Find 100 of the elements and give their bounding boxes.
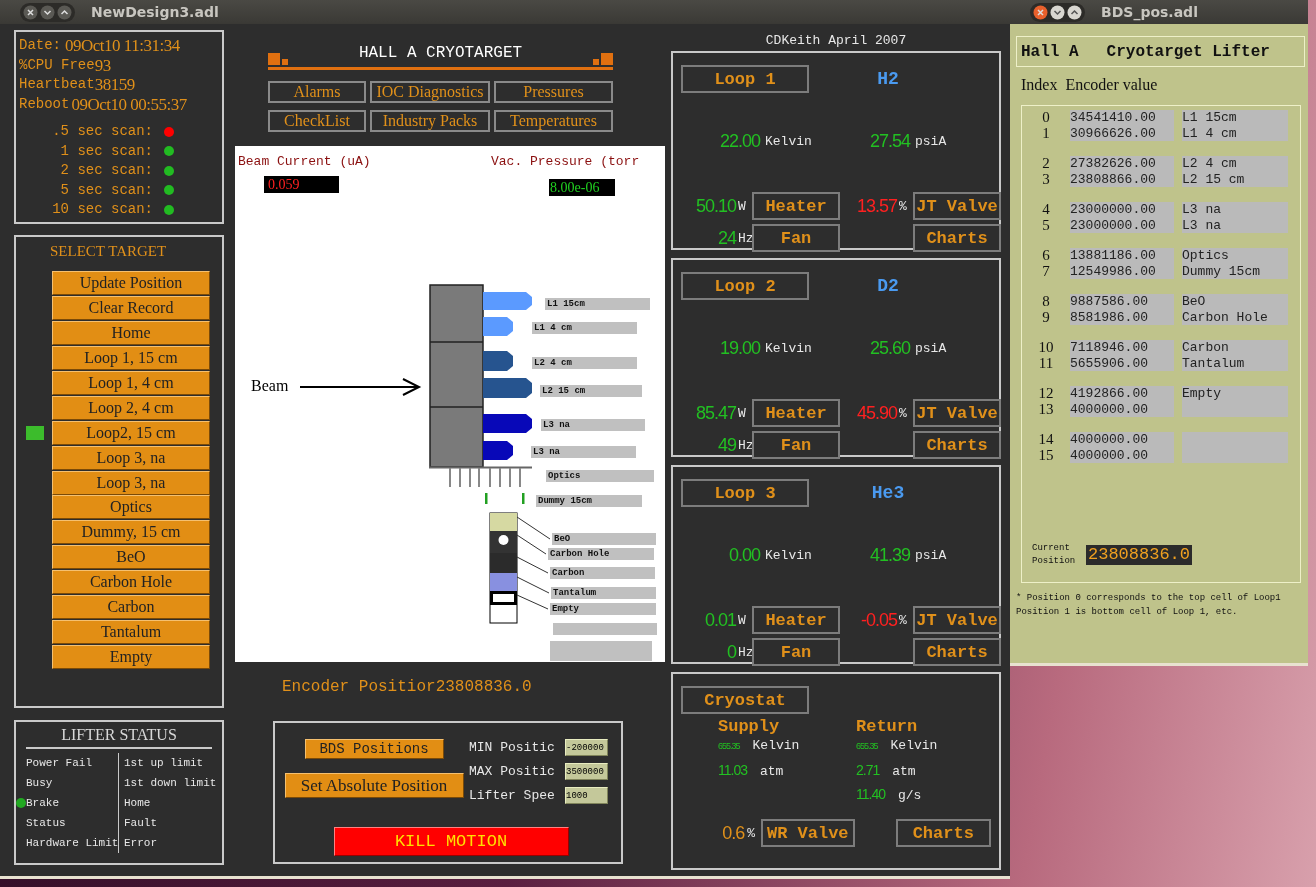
- status-label: 1st up limit: [124, 757, 204, 769]
- footnote-text: * Position 0 corresponds to the top cell of Loop1: [1016, 593, 1281, 603]
- fan-button[interactable]: Fan: [752, 431, 840, 459]
- charts-button[interactable]: Charts: [913, 638, 1001, 666]
- reboot-label: Reboot: [19, 94, 70, 114]
- target-button[interactable]: Empty: [52, 644, 210, 669]
- supply-title: Supply: [718, 717, 780, 736]
- close-icon[interactable]: [23, 4, 38, 20]
- target-button[interactable]: Loop 1, 4 cm: [52, 371, 210, 395]
- temperature-unit: Kelvin: [764, 134, 813, 149]
- jt-valve-button[interactable]: JT Valve: [913, 399, 1001, 427]
- panel-title: LIFTER STATUS: [61, 726, 177, 743]
- target-button[interactable]: Loop 3, na: [52, 445, 210, 470]
- window-title: BDS_pos.adl: [1101, 4, 1198, 20]
- set-position-button[interactable]: Set Absolute Position: [284, 773, 464, 798]
- bds-positions-button[interactable]: BDS Positions: [304, 739, 444, 759]
- target-button[interactable]: Carbon Hole: [52, 570, 210, 595]
- temperature-value: 19.00: [718, 338, 760, 359]
- target-button[interactable]: Loop 3, na: [52, 470, 210, 495]
- nav-button[interactable]: Industry Packs: [370, 110, 490, 132]
- input-field[interactable]: -200000: [565, 739, 608, 756]
- heater-button[interactable]: Heater: [752, 399, 840, 427]
- temperature-value: 655.35: [856, 741, 878, 751]
- index-cell-text: 15: [1037, 447, 1055, 463]
- status-label: Busy: [26, 776, 53, 791]
- jt-valve-unit: %: [898, 405, 908, 421]
- heater-power-value: 50.10: [694, 195, 736, 217]
- page-title: HALL A CRYOTARGET: [358, 43, 523, 62]
- scan-label: 10 sec scan:: [51, 200, 153, 219]
- scan-label: 2 sec scan:: [59, 161, 153, 180]
- charts-button[interactable]: Charts: [913, 224, 1001, 252]
- target-button[interactable]: Home: [52, 321, 210, 346]
- target-button[interactable]: Loop 1, 15 cm: [52, 346, 210, 371]
- target-button[interactable]: Dummy, 15 cm: [52, 520, 210, 545]
- target-button[interactable]: Carbon: [52, 595, 210, 619]
- kill-motion-button[interactable]: KILL MOTION: [333, 826, 569, 856]
- index-cell-text: 0: [1041, 110, 1051, 126]
- heater-power-unit: W: [737, 405, 747, 421]
- heartbeat-label: Heartbeat: [19, 75, 95, 94]
- jt-valve-button[interactable]: JT Valve: [913, 606, 1001, 634]
- pressure-unit: psiA: [914, 134, 948, 149]
- cryostat-button[interactable]: Cryostat: [681, 686, 809, 714]
- maximize-icon[interactable]: [57, 4, 72, 20]
- input-field[interactable]: 3500000: [565, 763, 608, 780]
- loop-button[interactable]: Loop 2: [681, 272, 809, 300]
- loop-button[interactable]: Loop 3: [681, 479, 809, 507]
- maximize-icon[interactable]: [1067, 4, 1082, 20]
- minimize-icon[interactable]: [1050, 4, 1065, 20]
- minimize-icon[interactable]: [40, 4, 55, 20]
- heater-button[interactable]: Heater: [752, 606, 840, 634]
- target-button[interactable]: Tantalum: [52, 619, 210, 644]
- wr-valve-value: 0.6: [722, 822, 745, 844]
- heater-power-value: 85.47: [694, 402, 736, 424]
- flow-value: 11.40: [856, 786, 885, 802]
- nav-button[interactable]: IOC Diagnostics: [370, 81, 490, 103]
- target-label: L3 na: [531, 446, 636, 458]
- fan-button[interactable]: Fan: [752, 224, 840, 252]
- nav-button[interactable]: Temperatures: [494, 110, 613, 132]
- target-button[interactable]: Loop2, 15 cm: [52, 420, 210, 445]
- leader-line: [516, 534, 547, 555]
- pressure-unit: atm: [891, 764, 916, 779]
- close-icon[interactable]: [1033, 4, 1048, 20]
- fan-speed-unit: Hz: [737, 230, 752, 246]
- nav-button[interactable]: Pressures: [494, 81, 613, 103]
- corner-ornament-icon: [591, 53, 613, 65]
- fan-speed-value: 24: [716, 227, 736, 249]
- nav-button[interactable]: Alarms: [268, 81, 366, 103]
- heading-text: Hall A: [1021, 42, 1079, 61]
- heater-button[interactable]: Heater: [752, 192, 840, 220]
- encoder-value-cell: 23000000.00: [1070, 202, 1174, 218]
- wr-valve-button[interactable]: WR Valve: [761, 819, 855, 847]
- leader-line: [516, 516, 551, 540]
- nav-button[interactable]: CheckList: [268, 110, 366, 132]
- encoder-value-cell: 27382626.00: [1070, 156, 1174, 172]
- target-button[interactable]: Optics: [52, 495, 210, 520]
- index-cell-text: 7: [1041, 263, 1051, 279]
- fan-speed-value: 0: [726, 641, 736, 663]
- index-cell-text: 2: [1041, 156, 1051, 172]
- jt-valve-button[interactable]: JT Valve: [913, 192, 1001, 220]
- target-name-cell: L3 na: [1182, 202, 1288, 218]
- field-label: Lifter Spee: [469, 788, 556, 803]
- column-header: Encoder value: [1065, 76, 1158, 95]
- window-title: NewDesign3.adl: [91, 4, 219, 20]
- target-label: Carbon: [550, 567, 655, 579]
- loop-button[interactable]: Loop 1: [681, 65, 809, 93]
- input-field[interactable]: 1000: [565, 787, 608, 804]
- target-name-cell: L2 4 cm: [1182, 156, 1288, 172]
- target-button[interactable]: BeO: [52, 545, 210, 570]
- charts-button[interactable]: Charts: [913, 431, 1001, 459]
- target-button[interactable]: Clear Record: [52, 296, 210, 321]
- target-button[interactable]: Loop 2, 4 cm: [52, 395, 210, 420]
- target-button[interactable]: Update Position: [52, 271, 210, 296]
- charts-button[interactable]: Charts: [895, 819, 991, 847]
- heater-power-value: 0.01: [703, 609, 736, 631]
- jt-valve-value: -0.05: [859, 609, 897, 631]
- index-cell-text: 3: [1041, 171, 1051, 187]
- fan-button[interactable]: Fan: [752, 638, 840, 666]
- pressure-value: 25.60: [868, 338, 910, 359]
- wr-valve-unit: %: [746, 825, 755, 841]
- status-label: Status: [26, 816, 66, 831]
